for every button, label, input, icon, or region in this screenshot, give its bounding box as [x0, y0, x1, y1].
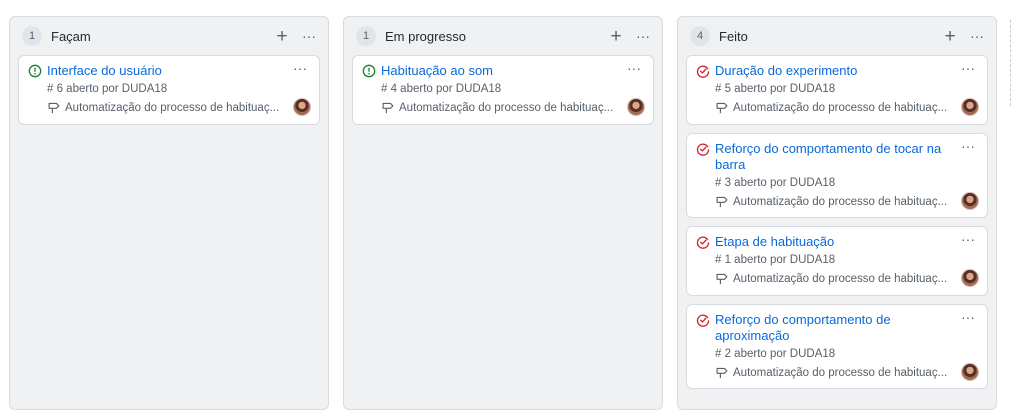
issue-card[interactable]: Reforço do comportamento de tocar na bar… [686, 133, 988, 218]
issue-project-name: Automatização do processo de habituaç... [733, 272, 948, 285]
column-title: Feito [719, 28, 748, 44]
issue-project[interactable]: Automatização do processo de habituaç... [47, 101, 279, 114]
project-pin-icon [716, 367, 728, 379]
issue-opened-icon [362, 64, 376, 78]
project-pin-icon [382, 102, 394, 114]
add-card-icon[interactable]: + [608, 27, 624, 46]
avatar[interactable] [961, 269, 979, 287]
project-pin-icon [716, 196, 728, 208]
issue-title-link[interactable]: Reforço do comportamento de tocar na bar… [715, 141, 955, 173]
column-title: Em progresso [385, 28, 466, 44]
card-menu-icon[interactable]: ··· [627, 60, 641, 76]
project-pin-icon [48, 102, 60, 114]
add-card-icon[interactable]: + [942, 27, 958, 46]
issue-opened-icon [28, 64, 42, 78]
project-pin-icon [716, 273, 728, 285]
issue-title-link[interactable]: Reforço do comportamento de aproximação [715, 312, 955, 344]
column-feito: 4 Feito + ··· Duração do experimento ···… [677, 16, 997, 410]
column-menu-icon[interactable]: ··· [634, 28, 652, 44]
issue-title-link[interactable]: Interface do usuário [47, 63, 287, 79]
project-pin-icon [716, 102, 728, 114]
issue-card[interactable]: Habituação ao som ··· # 4 aberto por DUD… [352, 55, 654, 125]
issue-card[interactable]: Reforço do comportamento de aproximação … [686, 304, 988, 389]
column-menu-icon[interactable]: ··· [300, 28, 318, 44]
column-count-badge: 1 [356, 26, 376, 46]
column-menu-icon[interactable]: ··· [968, 28, 986, 44]
card-menu-icon[interactable]: ··· [961, 138, 975, 154]
issue-card[interactable]: Duração do experimento ··· # 5 aberto po… [686, 55, 988, 125]
card-menu-icon[interactable]: ··· [293, 60, 307, 76]
column-count-badge: 4 [690, 26, 710, 46]
issue-project-name: Automatização do processo de habituaç... [399, 101, 614, 114]
issue-project[interactable]: Automatização do processo de habituaç... [715, 101, 947, 114]
issue-meta: # 4 aberto por DUDA18 [381, 83, 502, 95]
issue-meta: # 6 aberto por DUDA18 [47, 83, 168, 95]
avatar[interactable] [961, 98, 979, 116]
card-menu-icon[interactable]: ··· [961, 231, 975, 247]
column-header: 4 Feito + ··· [678, 17, 996, 55]
avatar[interactable] [961, 363, 979, 381]
issue-project[interactable]: Automatização do processo de habituaç... [715, 195, 947, 208]
column-title: Façam [51, 28, 91, 44]
column-facam: 1 Façam + ··· Interface do usuário ··· #… [9, 16, 329, 410]
issue-project[interactable]: Automatização do processo de habituaç... [381, 101, 613, 114]
issue-project-name: Automatização do processo de habituaç... [733, 366, 948, 379]
issue-closed-icon [696, 143, 710, 156]
issue-project[interactable]: Automatização do processo de habituaç... [715, 366, 947, 379]
issue-closed-icon [696, 65, 710, 78]
issue-card[interactable]: Etapa de habituação ··· # 1 aberto por D… [686, 226, 988, 296]
issue-meta: # 3 aberto por DUDA18 [715, 177, 836, 189]
add-card-icon[interactable]: + [274, 27, 290, 46]
column-header: 1 Em progresso + ··· [344, 17, 662, 55]
issue-closed-icon [696, 314, 710, 327]
issue-title-link[interactable]: Habituação ao som [381, 63, 621, 79]
issue-title-link[interactable]: Duração do experimento [715, 63, 955, 79]
column-header: 1 Façam + ··· [10, 17, 328, 55]
column-em-progresso: 1 Em progresso + ··· Habituação ao som ·… [343, 16, 663, 410]
issue-closed-icon [696, 236, 710, 249]
card-menu-icon[interactable]: ··· [961, 60, 975, 76]
issue-meta: # 1 aberto por DUDA18 [715, 254, 836, 266]
issue-project[interactable]: Automatização do processo de habituaç... [715, 272, 947, 285]
issue-project-name: Automatização do processo de habituaç... [733, 195, 948, 208]
project-board: 1 Façam + ··· Interface do usuário ··· #… [0, 0, 1013, 414]
issue-meta: # 2 aberto por DUDA18 [715, 348, 836, 360]
issue-title-link[interactable]: Etapa de habituação [715, 234, 955, 250]
avatar[interactable] [961, 192, 979, 210]
issue-card[interactable]: Interface do usuário ··· # 6 aberto por … [18, 55, 320, 125]
issue-meta: # 5 aberto por DUDA18 [715, 83, 836, 95]
column-count-badge: 1 [22, 26, 42, 46]
avatar[interactable] [293, 98, 311, 116]
issue-project-name: Automatização do processo de habituaç... [733, 101, 948, 114]
issue-project-name: Automatização do processo de habituaç... [65, 101, 280, 114]
card-menu-icon[interactable]: ··· [961, 309, 975, 325]
avatar[interactable] [627, 98, 645, 116]
